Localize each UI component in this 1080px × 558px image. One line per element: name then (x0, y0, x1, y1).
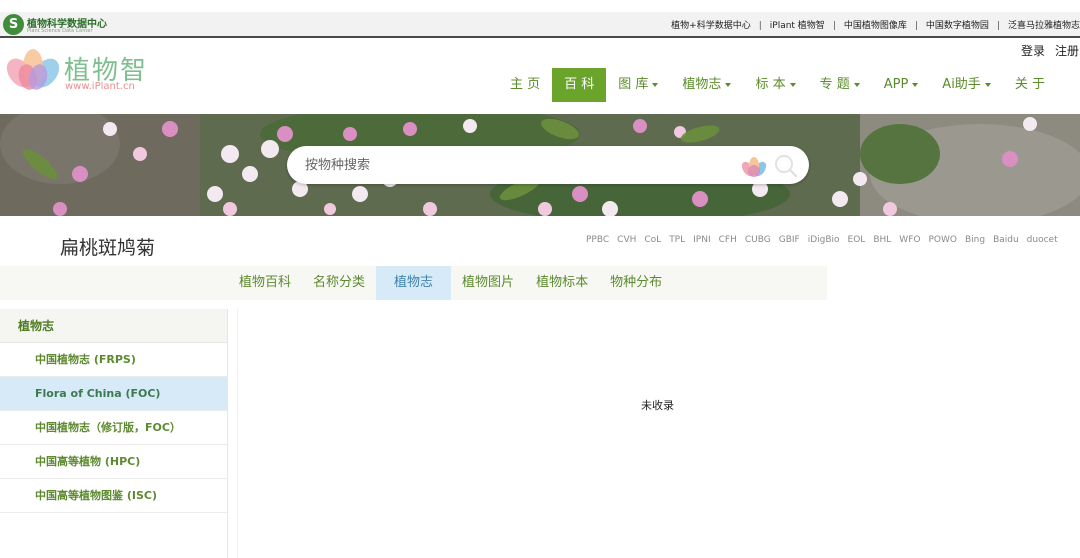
nav-gallery[interactable]: 图 库 (606, 68, 670, 102)
nav-label: 专 题 (819, 77, 850, 92)
separator: | (832, 21, 836, 31)
sidebar-item-hpc[interactable]: 中国高等植物 (HPC) (0, 445, 227, 479)
db-link-baidu[interactable]: Baidu (993, 235, 1019, 245)
nav-home[interactable]: 主 页 (498, 68, 552, 102)
species-search-box (287, 146, 809, 184)
db-link-tpl[interactable]: TPL (669, 235, 685, 245)
sidebar-item-foc[interactable]: Flora of China (FOC) (0, 377, 227, 411)
tab-plant-images[interactable]: 植物图片 (451, 266, 525, 300)
top-link-plant-science[interactable]: 植物+科学数据中心 (671, 21, 751, 31)
db-link-ppbc[interactable]: PPBC (586, 235, 609, 245)
sidebar-header: 植物志 (0, 309, 227, 343)
top-bar: S 植物科学数据中心 Plant Science Data Center 植物+… (0, 12, 1080, 38)
top-link-digital-garden[interactable]: 中国数字植物园 (926, 21, 989, 31)
separator: | (996, 21, 1000, 31)
top-link-image-library[interactable]: 中国植物图像库 (844, 21, 907, 31)
db-link-col[interactable]: CoL (644, 235, 661, 245)
chevron-down-icon (725, 82, 732, 87)
database-links: PPBC CVH CoL TPL IPNI CFH CUBG GBIF iDig… (586, 235, 1080, 245)
nav-about[interactable]: 关 于 (1003, 68, 1057, 102)
chevron-down-icon (984, 82, 991, 87)
auth-links: 登录 注册 (1011, 42, 1079, 59)
db-link-ipni[interactable]: IPNI (693, 235, 710, 245)
tab-flora[interactable]: 植物志 (376, 266, 452, 300)
top-brand-subtitle: Plant Science Data Center (27, 28, 93, 34)
lotus-logo-icon (741, 157, 767, 177)
nav-label: 主 页 (510, 77, 541, 92)
separator: | (914, 21, 918, 31)
separator: | (758, 21, 762, 31)
nav-label: 图 库 (618, 77, 649, 92)
plant-name-title: 扁桃斑鸠菊 (60, 237, 156, 259)
not-included-message: 未收录 (641, 399, 674, 412)
db-link-cubg[interactable]: CUBG (745, 235, 771, 245)
db-link-gbif[interactable]: GBIF (779, 235, 800, 245)
nav-topics[interactable]: 专 题 (808, 68, 872, 102)
nav-label: APP (883, 77, 909, 92)
species-search-input[interactable] (305, 155, 725, 175)
nav-flora[interactable]: 植物志 (670, 68, 743, 102)
nav-specimen[interactable]: 标 本 (743, 68, 807, 102)
sidebar-item-foc-revised[interactable]: 中国植物志（修订版，FOC） (0, 411, 227, 445)
page: S 植物科学数据中心 Plant Science Data Center 植物+… (0, 0, 1080, 558)
flora-content-panel: 未收录 (237, 309, 1080, 558)
chevron-down-icon (652, 82, 659, 87)
db-link-eol[interactable]: EOL (848, 235, 866, 245)
sidebar-item-isc[interactable]: 中国高等植物图鉴 (ISC) (0, 479, 227, 513)
sidebar-item-frps[interactable]: 中国植物志 (FRPS) (0, 343, 227, 377)
db-link-cvh[interactable]: CVH (617, 235, 636, 245)
chevron-down-icon (912, 82, 919, 87)
register-link[interactable]: 注册 (1055, 44, 1079, 58)
iplant-lotus-logo-icon[interactable] (6, 47, 60, 93)
chevron-down-icon (853, 82, 860, 87)
tab-plant-encyclopedia[interactable]: 植物百科 (228, 266, 302, 300)
db-link-idigbio[interactable]: iDigBio (808, 235, 840, 245)
flora-sidebar: 植物志 中国植物志 (FRPS) Flora of China (FOC) 中国… (0, 309, 228, 558)
nav-label: Ai助手 (942, 77, 981, 92)
nav-label: 植物志 (682, 77, 722, 92)
site-logo-url: www.iPlant.cn (65, 81, 135, 92)
nav-label: 百 科 (564, 77, 595, 92)
nav-encyclopedia[interactable]: 百 科 (552, 68, 607, 102)
db-link-cfh[interactable]: CFH (719, 235, 737, 245)
db-link-bhl[interactable]: BHL (873, 235, 891, 245)
nav-ai-assistant[interactable]: Ai助手 (930, 68, 1003, 102)
tab-species-distribution[interactable]: 物种分布 (599, 266, 673, 300)
main-nav: 主 页 百 科 图 库 植物志 标 本 专 题 APP Ai助手 关 于 (498, 68, 1057, 102)
db-link-duocet[interactable]: duocet (1027, 235, 1058, 245)
chevron-down-icon (789, 82, 796, 87)
tab-name-classification[interactable]: 名称分类 (302, 266, 376, 300)
top-link-himalaya-flora[interactable]: 泛喜马拉雅植物志 (1008, 21, 1080, 31)
login-link[interactable]: 登录 (1021, 44, 1045, 58)
top-links: 植物+科学数据中心 | iPlant 植物智 | 中国植物图像库 | 中国数字植物园 | 泛喜马… (671, 18, 1080, 31)
search-icon[interactable] (773, 153, 799, 179)
nav-app[interactable]: APP (872, 68, 931, 102)
plant-science-logo-icon[interactable]: S (3, 14, 24, 35)
nav-label: 标 本 (755, 77, 786, 92)
db-link-wfo[interactable]: WFO (899, 235, 920, 245)
species-tabs: 植物百科 名称分类 植物志 植物图片 植物标本 物种分布 (228, 266, 673, 300)
db-link-powo[interactable]: POWO (928, 235, 957, 245)
top-link-iplant[interactable]: iPlant 植物智 (770, 21, 825, 31)
nav-label: 关 于 (1014, 77, 1045, 92)
tab-plant-specimens[interactable]: 植物标本 (525, 266, 599, 300)
db-link-bing[interactable]: Bing (965, 235, 985, 245)
